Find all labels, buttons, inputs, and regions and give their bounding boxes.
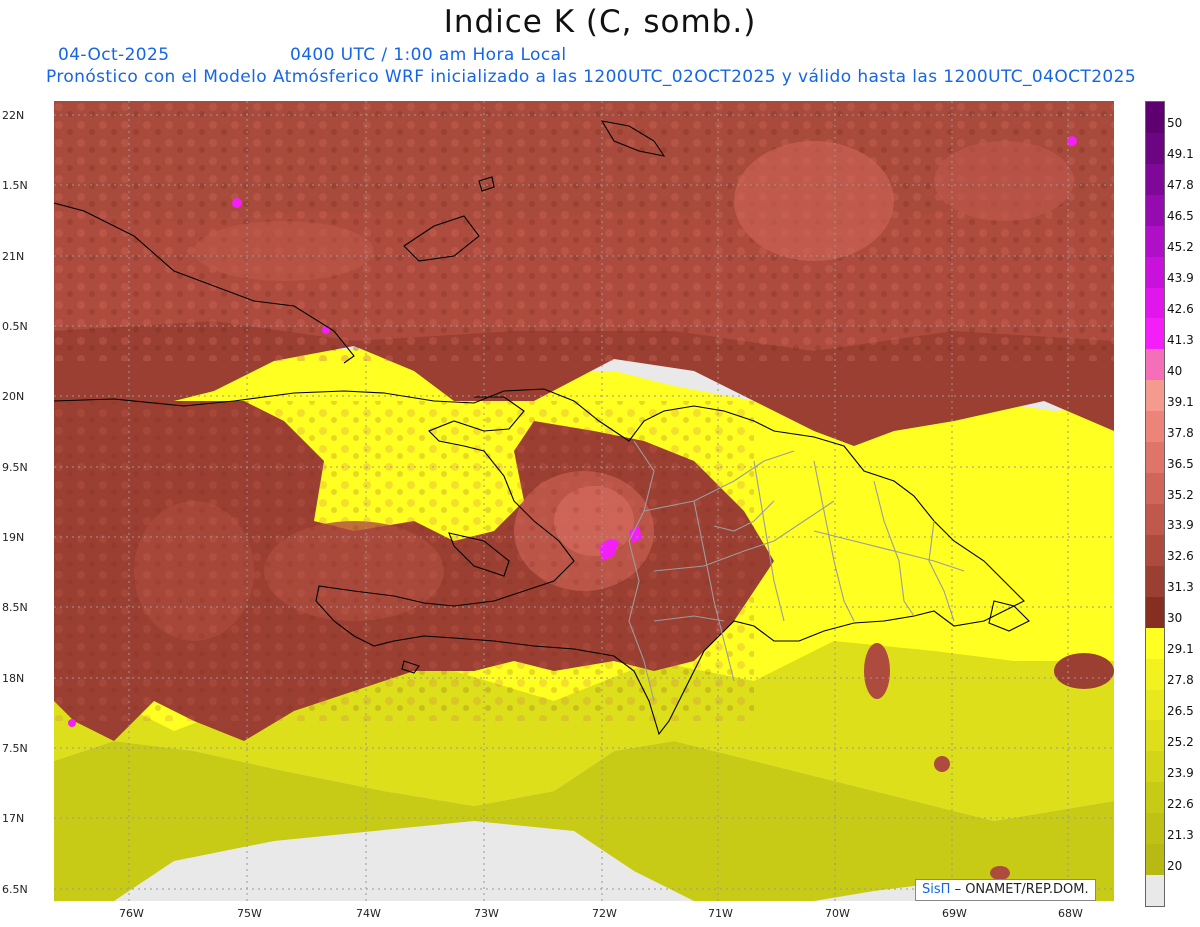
- lon-label: 69W: [942, 907, 967, 920]
- color-scale-cell: [1146, 163, 1164, 196]
- color-scale-label: 35.2: [1167, 487, 1194, 502]
- color-scale-label: 46.5: [1167, 209, 1194, 224]
- color-scale-cell: [1146, 565, 1164, 598]
- color-scale-cell: [1146, 132, 1164, 165]
- lon-label: 71W: [708, 907, 733, 920]
- color-scale-cell: [1146, 349, 1164, 381]
- lon-label: 75W: [237, 907, 262, 920]
- lat-label: 8.5N: [2, 601, 28, 614]
- lat-label: 18N: [2, 672, 25, 685]
- credit-brand: SisΠ: [922, 882, 951, 897]
- lat-label: 20N: [2, 390, 25, 403]
- color-scale-label: 31.3: [1167, 580, 1194, 595]
- color-scale-label: 39.1: [1167, 394, 1194, 409]
- model-description: Pronóstico con el Modelo Atmósferico WRF…: [46, 67, 1137, 87]
- color-scale-cell: [1146, 411, 1164, 443]
- color-scale-cell: [1146, 504, 1164, 536]
- lat-label: 19N: [2, 531, 25, 544]
- color-scale-label: 25.2: [1167, 734, 1194, 749]
- color-scale-cell: [1146, 875, 1164, 907]
- lat-label: 0.5N: [2, 320, 28, 333]
- color-scale-label: 49.1: [1167, 147, 1194, 162]
- color-scale-cell: [1146, 844, 1164, 876]
- color-scale-label: 37.8: [1167, 425, 1194, 440]
- credit-text: – ONAMET/REP.DOM.: [954, 882, 1089, 897]
- convective-cell: [1054, 653, 1114, 689]
- lon-label: 73W: [474, 907, 499, 920]
- lon-label: 74W: [356, 907, 381, 920]
- color-scale-cell: [1146, 442, 1164, 474]
- lon-label: 76W: [119, 907, 144, 920]
- color-scale-cell: [1146, 720, 1164, 752]
- color-scale-label: 26.5: [1167, 704, 1194, 718]
- color-scale-cell: [1146, 194, 1164, 227]
- color-scale-cell: [1146, 380, 1164, 412]
- color-scale-label: 30: [1167, 611, 1183, 626]
- color-scale-label: 45.2: [1167, 240, 1194, 255]
- color-scale-label: 22.6: [1167, 796, 1194, 811]
- lat-label: 7.5N: [2, 742, 28, 755]
- lon-label: 68W: [1058, 907, 1083, 920]
- color-scale-label: 40: [1167, 363, 1183, 378]
- k-index-map: [54, 101, 1114, 901]
- forecast-time: 0400 UTC / 1:00 am Hora Local: [290, 45, 567, 65]
- forecast-date: 04-Oct-2025: [58, 45, 170, 65]
- map-title: Indice K (C, somb.): [443, 4, 757, 40]
- convective-cell: [990, 866, 1010, 880]
- color-scale-label: 27.8: [1167, 673, 1194, 688]
- color-scale-label: 50: [1167, 116, 1183, 131]
- lat-label: 6.5N: [2, 883, 28, 896]
- color-scale-cell: [1146, 102, 1164, 134]
- color-scale-cell: [1146, 813, 1164, 845]
- color-scale-cell: [1146, 318, 1164, 350]
- color-scale-cell: [1146, 225, 1164, 258]
- lat-label: 1.5N: [2, 179, 28, 192]
- color-scale-label: 43.9: [1167, 271, 1194, 286]
- high-value-patch: [232, 198, 242, 208]
- convective-cell: [864, 643, 890, 699]
- convective-cell: [934, 756, 950, 772]
- color-scale-cell: [1146, 627, 1164, 660]
- color-scale-label: 21.3: [1167, 827, 1194, 842]
- color-scale-label: 23.9: [1167, 765, 1194, 780]
- color-scale-cell: [1146, 473, 1164, 505]
- lon-label: 70W: [825, 907, 850, 920]
- color-scale: [1145, 101, 1165, 907]
- color-scale-label: 47.8: [1167, 178, 1194, 193]
- color-scale-cell: [1146, 658, 1164, 691]
- high-value-patch: [68, 719, 76, 727]
- color-scale-cell: [1146, 751, 1164, 783]
- color-scale-cell: [1146, 287, 1164, 319]
- lon-label: 72W: [592, 907, 617, 920]
- color-scale-cell: [1146, 256, 1164, 289]
- credit-box: SisΠ – ONAMET/REP.DOM.: [915, 879, 1096, 901]
- color-scale-cell: [1146, 534, 1164, 567]
- color-scale-label: 33.9: [1167, 518, 1194, 533]
- color-scale-label: 32.6: [1167, 549, 1194, 564]
- color-scale-label: 29.1: [1167, 642, 1194, 657]
- color-scale-label: 41.3: [1167, 332, 1194, 347]
- lat-label: 9.5N: [2, 461, 28, 474]
- color-scale-cell: [1146, 782, 1164, 814]
- color-scale-label: 20: [1167, 858, 1183, 873]
- color-scale-label: 36.5: [1167, 456, 1194, 471]
- color-scale-label: 42.6: [1167, 302, 1194, 316]
- lat-label: 21N: [2, 250, 25, 263]
- color-scale-cell: [1146, 689, 1164, 721]
- color-scale-cell: [1146, 596, 1164, 629]
- lat-label: 22N: [2, 109, 25, 122]
- lat-label: 17N: [2, 812, 25, 825]
